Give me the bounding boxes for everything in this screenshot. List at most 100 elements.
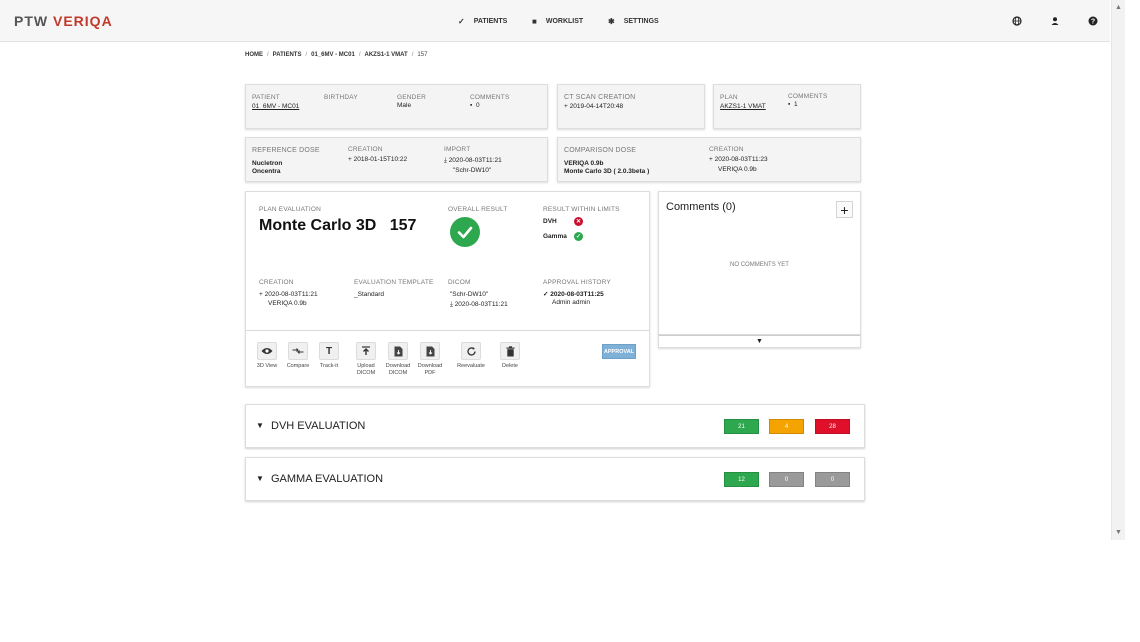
plan-comments-count[interactable]: ▪ 1 <box>788 101 798 108</box>
reference-creation-value: + 2018-01-15T10:22 <box>348 156 407 163</box>
dvh-evaluation-section[interactable]: ▼ DVH EVALUATION 21 4 28 <box>245 404 865 448</box>
nav-settings-label: SETTINGS <box>623 17 659 25</box>
comparison-dose-card: COMPARISON DOSE VERIQA 0.9b Monte Carlo … <box>557 137 861 182</box>
tool-delete[interactable]: Delete <box>491 342 529 370</box>
limit-dvh-label: DVH <box>543 218 557 225</box>
plan-evaluation-number: 157 <box>389 217 417 234</box>
breadcrumb: HOME / PATIENTS/ 01_6MV - MC01/ AKZS1-1 V… <box>245 52 427 58</box>
creation-value: + 2020-08-03T11:21 <box>259 291 318 298</box>
dvh-evaluation-title: DVH EVALUATION <box>271 420 366 432</box>
gamma-evaluation-section[interactable]: ▼ GAMMA EVALUATION 12 0 0 <box>245 457 865 501</box>
dvh-warning-count: 4 <box>769 419 804 434</box>
reference-import-value: ⤓ 2020-08-03T11:21 <box>444 157 502 165</box>
tool-track-it[interactable]: T Track-it <box>310 342 348 370</box>
plus-icon: + <box>259 291 263 298</box>
download-dicom-icon <box>388 342 408 360</box>
comparison-creation-sub: VERIQA 0.9b <box>718 166 757 173</box>
overall-result-label: OVERALL RESULT <box>448 206 508 213</box>
reference-dose-line1: Nucletron <box>252 160 283 167</box>
nav-patients[interactable]: ✓ PATIENTS <box>458 0 507 42</box>
approval-button[interactable]: APPROVAL <box>602 344 636 359</box>
reference-dose-line2: Oncentra <box>252 168 281 175</box>
evaluation-template-value: _Standard <box>354 291 384 298</box>
help-icon[interactable]: ? <box>1088 16 1098 29</box>
gamma-pass-icon: ✓ <box>574 232 583 241</box>
check-icon: ✓ <box>543 291 549 298</box>
tool-delete-label: Delete <box>502 363 518 369</box>
list-icon: ■ <box>532 16 537 26</box>
breadcrumb-separator: / <box>411 52 414 58</box>
nav-worklist[interactable]: ■ WORKLIST <box>532 0 583 42</box>
creation-label: CREATION <box>259 279 294 286</box>
breadcrumb-separator: / <box>267 52 269 58</box>
user-icon[interactable] <box>1050 16 1060 29</box>
gender-value: Male <box>397 102 412 109</box>
comparison-dose-line2: Monte Carlo 3D ( 2.0.3beta ) <box>564 168 650 175</box>
ct-scan-value: + 2019-04-14T20:48 <box>564 103 623 110</box>
comparison-dose-label: COMPARISON DOSE <box>564 147 637 154</box>
approval-history-label: APPROVAL HISTORY <box>543 279 611 286</box>
comments-empty-text: NO COMMENTS YET <box>730 262 789 268</box>
plan-evaluation-label: PLAN EVALUATION <box>259 206 321 213</box>
globe-icon[interactable] <box>1012 16 1022 29</box>
caret-down-icon: ▼ <box>756 338 763 345</box>
plan-evaluation-name: Monte Carlo 3D <box>259 217 377 234</box>
comparison-creation-value: + 2020-08-03T11:23 <box>709 156 768 163</box>
import-icon: ⤓ <box>450 301 453 308</box>
dvh-fail-icon: ✕ <box>574 217 583 226</box>
tool-reevaluate[interactable]: Reevaluate <box>452 342 490 370</box>
result-within-limits-label: RESULT WITHIN LIMITS <box>543 206 620 213</box>
dvh-pass-count: 21 <box>724 419 759 434</box>
svg-text:?: ? <box>1091 19 1095 26</box>
comments-label: COMMENTS <box>470 94 510 101</box>
refresh-icon <box>461 342 481 360</box>
breadcrumb-patient[interactable]: 01_6MV - MC01 <box>311 52 355 58</box>
comments-expand-toggle[interactable]: ▼ <box>658 335 861 348</box>
vertical-scrollbar[interactable]: ▲ ▼ <box>1111 0 1125 540</box>
patient-label: PATIENT <box>252 94 280 101</box>
eye-icon <box>257 342 277 360</box>
trackit-icon: T <box>319 342 339 360</box>
comments-title: Comments (0) <box>666 201 736 213</box>
patient-link[interactable]: 01_6MV - MC01 <box>252 103 299 110</box>
ct-scan-label: CT SCAN CREATION <box>564 94 636 101</box>
creation-sub: VERIQA 0.9b <box>268 300 307 307</box>
tool-download-pdf[interactable]: Download PDF <box>411 342 449 377</box>
breadcrumb-patients[interactable]: PATIENTS <box>273 52 302 58</box>
birthday-label: BIRTHDAY <box>324 94 358 101</box>
approval-history-value: ✓ 2020-08-03T11:25 <box>543 290 604 298</box>
breadcrumb-home[interactable]: HOME <box>245 52 263 58</box>
top-bar: PTW VERIQA ✓ PATIENTS ■ WORKLIST ✱ SETTI… <box>0 0 1110 42</box>
dicom-label: DICOM <box>448 279 471 286</box>
dicom-value: "Schr-DW10" <box>450 291 489 298</box>
nav-settings[interactable]: ✱ SETTINGS <box>608 0 659 42</box>
ct-scan-card: CT SCAN CREATION + 2019-04-14T20:48 <box>557 84 705 129</box>
patient-comments-value: 0 <box>475 102 480 109</box>
tool-reevaluate-label: Reevaluate <box>457 363 485 369</box>
upload-icon <box>356 342 376 360</box>
scroll-up-icon[interactable]: ▲ <box>1115 4 1122 11</box>
breadcrumb-plan[interactable]: AKZS1-1 VMAT <box>364 52 407 58</box>
comment-icon: ▪ <box>470 102 473 109</box>
comments-panel: Comments (0) + NO COMMENTS YET <box>658 191 861 335</box>
breadcrumb-separator: / <box>305 52 308 58</box>
add-comment-button[interactable]: + <box>836 201 853 218</box>
reference-creation-label: CREATION <box>348 146 383 153</box>
patient-comments-count[interactable]: ▪ 0 <box>470 102 480 109</box>
reference-creation-date: 2018-01-15T10:22 <box>353 156 408 163</box>
plan-evaluation-title: Monte Carlo 3D 157 <box>259 217 416 235</box>
breadcrumb-evaluation: 157 <box>417 52 428 58</box>
plus-icon: + <box>564 103 568 110</box>
comparison-dose-line1: VERIQA 0.9b <box>564 160 604 167</box>
comparison-creation-date: 2020-08-03T11:23 <box>714 156 768 163</box>
evaluation-toolbar: 3D View Compare T Track-it Upload DICOM D… <box>245 331 650 387</box>
gear-icon: ✱ <box>608 16 615 26</box>
scroll-down-icon[interactable]: ▼ <box>1115 529 1122 536</box>
compare-icon <box>288 342 308 360</box>
reference-import-date: 2020-08-03T11:21 <box>448 157 502 164</box>
nav-patients-label: PATIENTS <box>473 17 508 25</box>
download-pdf-icon <box>420 342 440 360</box>
plan-link[interactable]: AKZS1-1 VMAT <box>720 103 766 110</box>
caret-down-icon: ▼ <box>256 474 264 483</box>
logo[interactable]: PTW VERIQA <box>14 13 113 29</box>
